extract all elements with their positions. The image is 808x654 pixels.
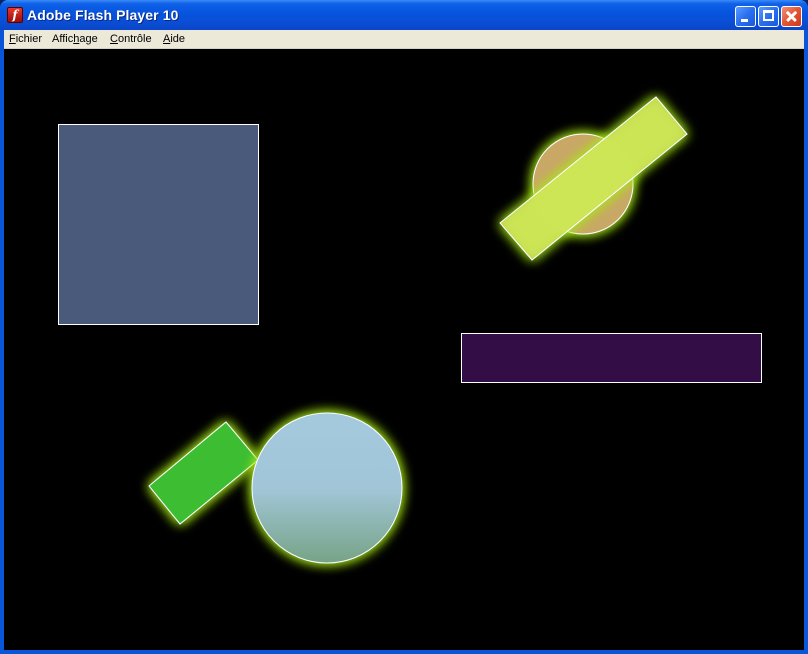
yellow-green-bar[interactable]	[499, 96, 688, 261]
minimize-button[interactable]	[735, 6, 756, 27]
flash-player-icon[interactable]: f	[7, 7, 23, 23]
window-title: Adobe Flash Player 10	[27, 7, 179, 23]
maximize-button[interactable]	[758, 6, 779, 27]
menu-aide[interactable]: Aide	[163, 33, 185, 45]
close-button[interactable]	[781, 6, 802, 27]
menu-affichage[interactable]: Affichage	[52, 33, 98, 45]
purple-bar[interactable]	[461, 333, 762, 383]
menu-controle[interactable]: Contrôle	[110, 33, 152, 45]
slate-square[interactable]	[58, 124, 259, 325]
flash-stage[interactable]	[4, 50, 804, 650]
stage-canvas	[58, 96, 762, 564]
flash-player-window: f Adobe Flash Player 10 Fichier Affichag…	[0, 0, 808, 654]
green-bar[interactable]	[148, 421, 259, 525]
close-icon	[782, 7, 801, 26]
menu-fichier[interactable]: Fichier	[9, 33, 42, 45]
minimize-icon	[741, 19, 748, 22]
maximize-icon	[763, 10, 774, 21]
light-blue-circle[interactable]	[251, 412, 403, 564]
menu-bar: Fichier Affichage Contrôle Aide	[4, 30, 804, 49]
client-area: Fichier Affichage Contrôle Aide	[4, 30, 804, 650]
title-bar[interactable]: f Adobe Flash Player 10	[0, 0, 808, 30]
